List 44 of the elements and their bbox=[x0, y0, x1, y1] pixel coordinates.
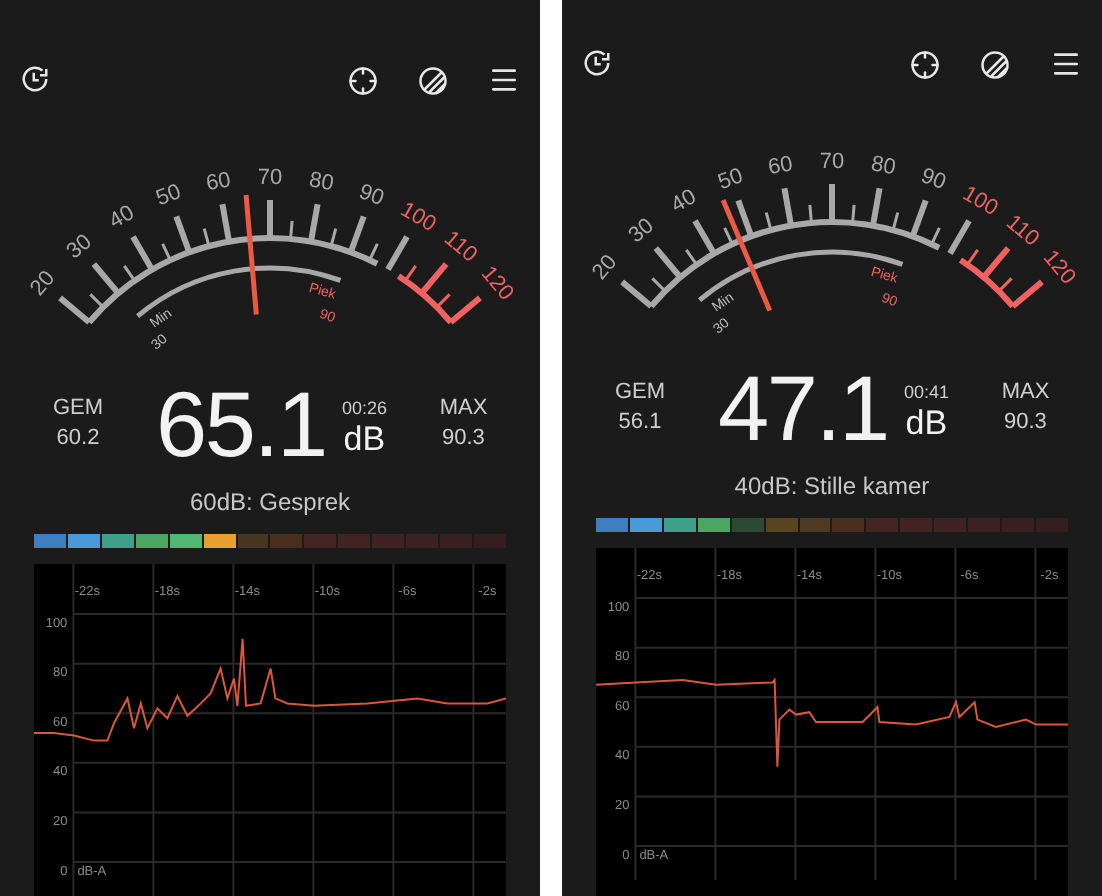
gauge-scale-label: 90 bbox=[355, 180, 387, 212]
gauge-scale-label: 30 bbox=[62, 230, 97, 265]
max-value: 90.3 bbox=[1004, 408, 1047, 438]
gauge-scale-label: 20 bbox=[588, 250, 623, 285]
gauge-scale-label: 30 bbox=[624, 214, 659, 249]
gauge-scale-label: 90 bbox=[917, 164, 949, 196]
gauge-scale-label: 20 bbox=[26, 266, 61, 301]
gauge-scale-label: 70 bbox=[257, 165, 283, 190]
gauge-scale-label: 60 bbox=[204, 168, 233, 197]
average-label: GEM bbox=[52, 394, 104, 424]
max-value: 90.3 bbox=[442, 424, 485, 454]
gauge-scale-label: 80 bbox=[869, 152, 898, 181]
average-label: GEM bbox=[614, 378, 666, 408]
clock-arrow-icon[interactable] bbox=[582, 48, 612, 78]
gauge-loud-zone-drawing bbox=[385, 235, 482, 325]
elapsed-time: 00:41 bbox=[903, 382, 949, 404]
gauge-loud-zone-drawing bbox=[947, 219, 1044, 309]
gauge-scale-label: 60 bbox=[766, 152, 795, 181]
striped-circle-icon[interactable] bbox=[980, 49, 1010, 79]
gauge-scale-label: 80 bbox=[307, 168, 336, 197]
crosshair-icon[interactable] bbox=[348, 65, 378, 95]
gauge-scale-label: 50 bbox=[715, 164, 747, 196]
current-level: 47.1 bbox=[718, 362, 888, 454]
max-label: MAX bbox=[1001, 378, 1050, 408]
unit-label: dB bbox=[343, 420, 386, 458]
elapsed-time: 00:26 bbox=[341, 398, 387, 420]
gauge-scale-label: 40 bbox=[105, 201, 139, 234]
unit-label: dB bbox=[905, 404, 948, 442]
gauge-scale-label: 40 bbox=[667, 185, 701, 218]
average-value: 56.1 bbox=[618, 408, 662, 438]
gauge-scale-label: 100 bbox=[958, 181, 1002, 222]
striped-circle-icon[interactable] bbox=[418, 65, 448, 95]
level-description: 60dB: Gesprek bbox=[189, 486, 351, 520]
average-value: 60.2 bbox=[56, 424, 100, 454]
crosshair-icon[interactable] bbox=[910, 49, 940, 79]
menu-icon[interactable] bbox=[488, 64, 520, 96]
level-description: 40dB: Stille kamer bbox=[734, 470, 930, 504]
clock-arrow-icon[interactable] bbox=[20, 64, 50, 94]
menu-icon[interactable] bbox=[1050, 48, 1082, 80]
gauge-scale-label: 50 bbox=[153, 180, 185, 212]
gauge-scale-label: 70 bbox=[819, 149, 845, 174]
gauge-scale-label: 100 bbox=[396, 197, 440, 238]
current-level: 65.1 bbox=[156, 378, 326, 470]
max-label: MAX bbox=[439, 394, 488, 424]
